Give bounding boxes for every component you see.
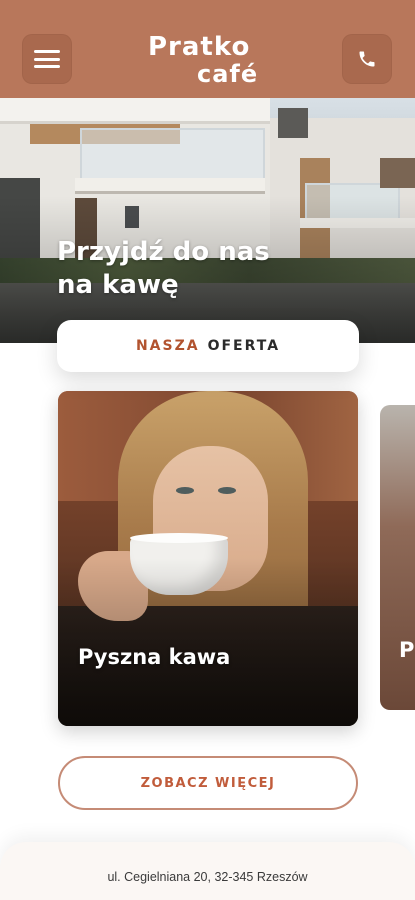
offer-heading-accent: NASZA xyxy=(135,338,200,354)
menu-button[interactable] xyxy=(22,34,72,84)
address-text: ul. Cegielniana 20, 32-345 Rzeszów xyxy=(107,870,308,884)
hero-title: Przyjdź do nas na kawę xyxy=(57,236,357,302)
footer: ul. Cegielniana 20, 32-345 Rzeszów xyxy=(0,842,415,900)
hero-banner: Przyjdź do nas na kawę xyxy=(0,98,415,343)
offer-card-next[interactable]: P xyxy=(380,405,415,710)
logo-line-1: Pratko xyxy=(148,32,251,62)
offer-heading-text: OFERTA xyxy=(207,338,281,354)
offer-card-title: Pyszna kawa xyxy=(78,645,231,669)
top-header: Pratko café xyxy=(0,0,415,98)
offer-heading: NASZA OFERTA xyxy=(57,320,359,372)
logo-line-2: café xyxy=(197,60,259,88)
hero-title-line-1: Przyjdź do nas xyxy=(57,237,270,267)
phone-button[interactable] xyxy=(342,34,392,84)
offer-card-next-title: P xyxy=(399,638,415,662)
offer-card-coffee[interactable]: Pyszna kawa xyxy=(58,391,358,726)
see-more-button[interactable]: ZOBACZ WIĘCEJ xyxy=(58,756,358,810)
logo[interactable]: Pratko café xyxy=(145,30,270,92)
phone-icon xyxy=(359,51,375,67)
hero-title-line-2: na kawę xyxy=(57,270,179,300)
hamburger-menu-icon xyxy=(34,50,60,68)
